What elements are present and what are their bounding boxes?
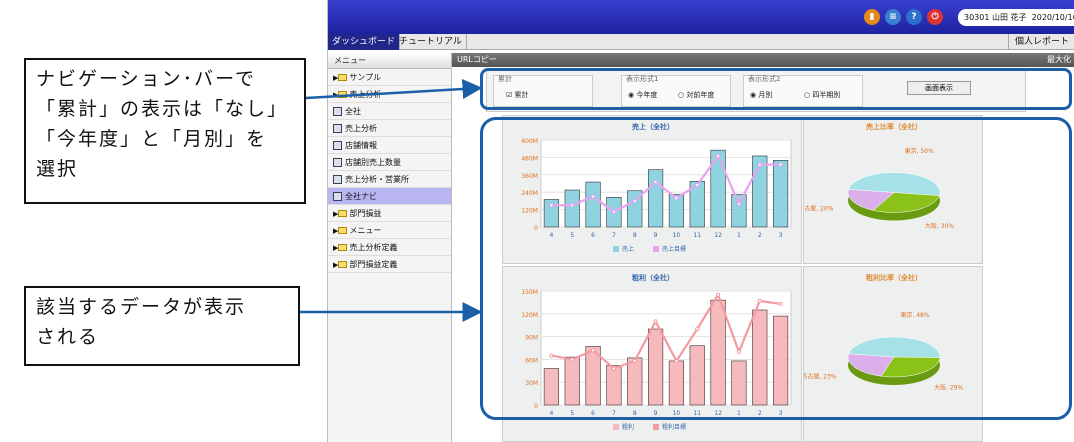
tab-dashboard[interactable]: ダッシュボード [328,34,401,50]
sidebar-item[interactable]: 全社 [328,103,451,120]
url-copy-label[interactable]: URLコピー [457,55,497,64]
legend-label: 粗利 [622,423,634,431]
logout-icon[interactable]: ⏻ [927,9,943,25]
sidebar-item-label: 店舗別売上数量 [345,158,401,167]
callout-nav-instruction: ナビゲーション･バーで 「累計」の表示は「なし」 「今年度」と「月別」を 選択 [24,58,306,204]
callout2-line1: 該当するデータが表示 [36,296,247,318]
personal-report-button[interactable]: 個人レポート [1007,34,1074,50]
screenshot-stage: ▮ ≡ ? ⏻ 30301 山田 花子 2020/10/16 ダッシュボード チ… [0,0,1074,442]
report-icon [333,192,342,201]
chart-icon[interactable]: ▮ [864,9,880,25]
folder-icon [338,210,348,217]
sidebar-item-label: 部門損益 [349,209,382,218]
callout1-line2: 「累計」の表示は「なし」 [36,98,289,120]
report-icon [333,124,342,133]
callout2-line2: される [36,326,100,348]
help-icon[interactable]: ? [906,9,922,25]
sidebar-item-label: 部門損益定義 [349,260,398,269]
sidebar-item-label: メニュー [349,226,382,235]
legend-label: 粗利目標 [662,423,686,431]
sidebar-item-label: 店舗情報 [345,141,377,150]
report-icon [333,175,342,184]
folder-icon [338,91,348,98]
sidebar-menu: メニュー ▶ サンプル ▶ 売上分析 全社 売上分析 店舗情報 店舗別売上数量 売上分析・営業所… [328,53,452,442]
sidebar-item[interactable]: 店舗情報 [328,137,451,154]
sidebar-item[interactable]: 店舗別売上数量 [328,154,451,171]
sidebar-item[interactable]: ▶ サンプル [328,69,451,86]
sidebar-item[interactable]: ▶ 売上分析 [328,86,451,103]
folder-icon [338,227,348,234]
report-icon[interactable]: ≡ [885,9,901,25]
current-date: 2020/10/16 [1031,13,1074,22]
legend-swatch [613,424,619,430]
menu-header: メニュー [328,53,451,69]
callout1-line4: 選択 [36,158,79,180]
folder-icon [338,261,348,268]
report-icon [333,141,342,150]
report-icon [333,158,342,167]
sidebar-item[interactable]: 売上分析・営業所 [328,171,451,188]
callout-data-shown: 該当するデータが表示 される [24,286,300,366]
sidebar-item-label: 全社ナビ [345,192,377,201]
sidebar-item[interactable]: 売上分析 [328,120,451,137]
top-bar: ▮ ≡ ? ⏻ 30301 山田 花子 2020/10/16 [328,0,1074,34]
sidebar-item-label: 全社 [345,107,361,116]
legend-swatch [653,424,659,430]
callout1-line1: ナビゲーション･バーで [36,68,256,90]
sidebar-item-label: 売上分析 [349,90,382,99]
highlight-charts [480,117,1072,420]
highlight-nav-bar [480,68,1072,110]
sidebar-item-label: 売上分析・営業所 [345,175,409,184]
url-copy-bar: URLコピー 最大化 [452,53,1074,67]
sidebar-item[interactable]: ▶ メニュー [328,222,451,239]
sidebar-item[interactable]: ▶ 売上分析定義 [328,239,451,256]
user-name: 30301 山田 花子 [964,13,1027,22]
sidebar-item[interactable]: 全社ナビ [328,188,451,205]
callout1-line3: 「今年度」と「月別」を [36,128,268,150]
user-info: 30301 山田 花子 2020/10/16 [958,9,1074,26]
sidebar-item-label: 売上分析定義 [349,243,398,252]
report-icon [333,107,342,116]
folder-icon [338,244,348,251]
sidebar-item[interactable]: ▶ 部門損益定義 [328,256,451,273]
sidebar-item-label: サンプル [349,73,382,82]
tab-bar: ダッシュボード チュートリアル 個人レポート [328,34,1074,50]
folder-icon [338,74,348,81]
maximize-button[interactable]: 最大化 [1047,53,1071,67]
tab-tutorial[interactable]: チュートリアル [395,34,467,50]
sidebar-item-label: 売上分析 [345,124,377,133]
sidebar-item[interactable]: ▶ 部門損益 [328,205,451,222]
